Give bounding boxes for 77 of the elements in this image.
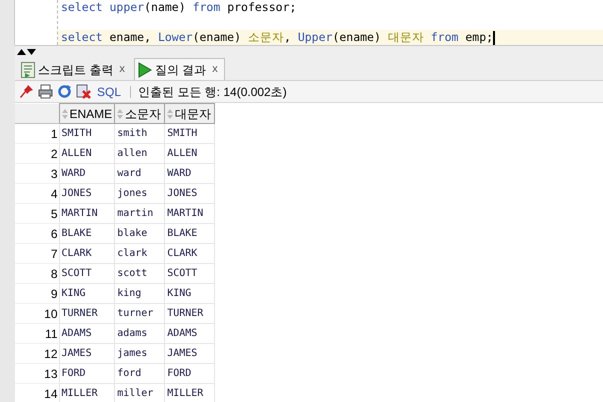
- table-cell: MILLER: [164, 384, 215, 402]
- row-number: 2: [15, 144, 59, 164]
- column-title: 대문자: [175, 106, 212, 122]
- column-title: 소문자: [125, 106, 162, 122]
- result-tab[interactable]: 질의 결과 x: [134, 58, 225, 80]
- table-cell: MILLER: [59, 384, 115, 402]
- table-cell: WARD: [164, 164, 215, 184]
- table-cell: MARTIN: [164, 204, 215, 224]
- table-cell: ford: [114, 364, 165, 384]
- table-cell: JONES: [59, 184, 115, 204]
- row-number: 3: [15, 164, 59, 184]
- table-cell: miller: [114, 384, 165, 402]
- play-icon: [138, 62, 152, 78]
- table-cell: BLAKE: [59, 224, 115, 244]
- collapse-down-icon[interactable]: [27, 48, 36, 54]
- table-cell: JAMES: [164, 344, 215, 364]
- code-line: select ename, Lower(ename) 소문자, Upper(ename) 대문자 from emp;: [61, 30, 494, 45]
- table-cell: smith: [114, 124, 165, 144]
- table-cell: FORD: [59, 364, 115, 384]
- table-cell: SMITH: [59, 124, 115, 144]
- row-number: 4: [15, 184, 59, 204]
- table-cell: KING: [164, 284, 215, 304]
- row-number: 9: [15, 284, 59, 304]
- table-cell: CLARK: [59, 244, 115, 264]
- text-cursor: [493, 30, 496, 44]
- table-cell: JAMES: [59, 344, 115, 364]
- printer-icon[interactable]: [38, 84, 53, 99]
- row-number: 11: [15, 324, 59, 344]
- table-cell: martin: [114, 204, 165, 224]
- table-cell: ALLEN: [59, 144, 115, 164]
- code-line: select upper(name) from professor;: [61, 0, 296, 15]
- table-cell: clark: [114, 244, 165, 264]
- table-cell: king: [114, 284, 165, 304]
- table-cell: WARD: [59, 164, 115, 184]
- tab-label: 스크립트 출력: [38, 62, 114, 78]
- table-cell: ward: [114, 164, 165, 184]
- table-cell: SCOTT: [164, 264, 215, 284]
- table-cell: james: [114, 344, 165, 364]
- sql-button[interactable]: SQL: [95, 82, 124, 100]
- tab-close-icon[interactable]: x: [116, 61, 128, 78]
- column-title: ENAME: [70, 106, 112, 122]
- table-cell: ALLEN: [164, 144, 215, 164]
- tab-close-icon[interactable]: x: [209, 61, 221, 78]
- row-number: 13: [15, 364, 59, 384]
- row-number: 12: [15, 344, 59, 364]
- table-cell: jones: [114, 184, 165, 204]
- row-number: 10: [15, 304, 59, 324]
- row-number: 5: [15, 204, 59, 224]
- table-cell: TURNER: [164, 304, 215, 324]
- row-number: 6: [15, 224, 59, 244]
- refresh-icon[interactable]: [57, 84, 72, 99]
- table-cell: scott: [114, 264, 165, 284]
- table-cell: KING: [59, 284, 115, 304]
- row-number: 1: [15, 124, 59, 144]
- table-cell: MARTIN: [59, 204, 115, 224]
- pin-icon[interactable]: [19, 84, 34, 99]
- table-cell: ADAMS: [59, 324, 115, 344]
- table-cell: allen: [114, 144, 165, 164]
- table-cell: BLAKE: [164, 224, 215, 244]
- table-cell: adams: [114, 324, 165, 344]
- table-cell: FORD: [164, 364, 215, 384]
- row-number: 7: [15, 244, 59, 264]
- table-cell: blake: [114, 224, 165, 244]
- table-cell: JONES: [164, 184, 215, 204]
- row-number: 14: [15, 384, 59, 402]
- table-cell: SCOTT: [59, 264, 115, 284]
- table-cell: SMITH: [164, 124, 215, 144]
- table-cell: turner: [114, 304, 165, 324]
- status-text: 인출된 모든 행: 14(0.002초): [138, 84, 287, 100]
- table-cell: CLARK: [164, 244, 215, 264]
- row-number: 8: [15, 264, 59, 284]
- tab-label: 질의 결과: [154, 62, 206, 78]
- document-icon: [21, 62, 35, 78]
- table-cell: ADAMS: [164, 324, 215, 344]
- table-cell: TURNER: [59, 304, 115, 324]
- collapse-up-icon[interactable]: [17, 48, 26, 54]
- delete-icon[interactable]: [76, 84, 91, 99]
